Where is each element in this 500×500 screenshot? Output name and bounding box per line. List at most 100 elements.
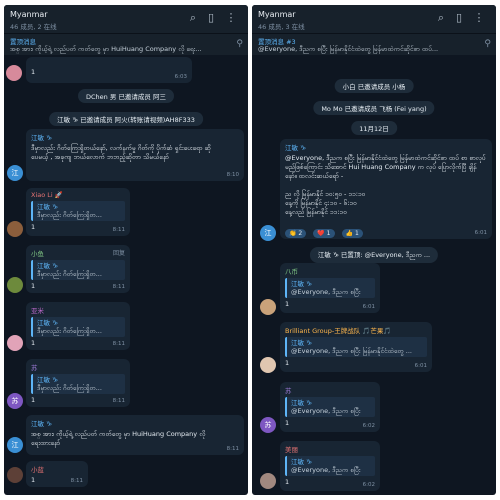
message-bubble[interactable]: 苏 江敏 ♑ ဒီမှာလည်း ဂိတ်ကြေးရှိတ... 1 8:11 (26, 359, 130, 407)
message-text: @Everyone, ဒီညက စပြီး မြန်မာနိုင်ငံထဲတွေ… (285, 154, 486, 180)
sender-name[interactable]: 江敏 ♑ (31, 132, 239, 142)
avatar[interactable]: 江 (7, 437, 23, 453)
message-time: 6:02 (362, 482, 375, 488)
avatar[interactable]: 江 (7, 165, 23, 181)
date-separator: 11月12日 (351, 121, 397, 135)
reply-quote[interactable]: 江敏 ♑ ဒီမှာလည်း ဂိတ်ကြေးရှိတ... (31, 317, 125, 337)
avatar[interactable] (7, 277, 23, 293)
sender-name[interactable]: 江敏 ♑ (31, 418, 239, 428)
message-bubble[interactable]: 亚米 江敏 ♑ ဒီမှာလည်း ဂိတ်ကြေးရှိတ... 1 8:11 (26, 302, 130, 350)
message-bubble[interactable]: 小鱼 回复 江敏 ♑ ဒီမှာလည်း ဂိတ်ကြေးရှိတ... 1 8… (26, 245, 130, 293)
message-bubble[interactable]: Brilliant Group-王牌战队 🎵芒果🎵 江敏 ♑ @Everyone… (280, 322, 432, 372)
pinned-text: အစ္ အား၊ ကိုယ့်ရဲ့ လည်ပတ် ကတ်တွေ မှာ Hui… (10, 45, 202, 53)
reply-quote[interactable]: 江敏 ♑ ဒီမှာလည်း ဂိတ်ကြေးရှိတ... (31, 260, 125, 280)
pin-icon[interactable]: ⚲ (484, 39, 491, 49)
message-text: ဒီမှာလည်း ဂိတ်ကြေးရှိတယ်နော်, လက်နက်မှု … (31, 144, 211, 161)
pinned-message-bar[interactable]: 置顶消息 #3 @Everyone, ဒီညက စပြီး မြန်မာနိုင… (252, 33, 496, 55)
reply-quote[interactable]: 江敏 ♑ @Everyone, ဒီညက စပြီး မြန်မာနိုင်ငံ… (285, 337, 427, 357)
chat-panel-left: Myanmar 46 成员, 2 在线 ⌕ ▯ ⋮ 置顶消息 အစ္ အား၊ … (4, 5, 248, 495)
avatar[interactable] (7, 221, 23, 237)
message-text-line: နေ့ကို မြန်မာနိုင် ၄:၁၀ - ၆:၁၀ (285, 199, 357, 207)
message-text: 1 (285, 478, 290, 486)
avatar[interactable] (260, 357, 276, 373)
message-text: အစ္ အား၊ ကိုယ့်ရဲ့ လည်ပတ် ကတ်တွေ မှာ Hui… (31, 430, 206, 447)
avatar[interactable]: 苏 (7, 393, 23, 409)
search-icon[interactable]: ⌕ (186, 11, 200, 25)
sender-name[interactable]: 亚米 (31, 305, 125, 315)
chat-title: Myanmar (258, 10, 296, 19)
message-bubble[interactable]: 1 6:03 (26, 57, 192, 83)
reply-quote[interactable]: 江敏 ♑ @Everyone, ဒီညက စပြီး (285, 456, 375, 476)
search-icon[interactable]: ⌕ (434, 11, 448, 25)
quote-author: 江敏 ♑ (291, 399, 312, 407)
quote-author: 江敏 ♑ (37, 203, 58, 211)
message-time: 8:11 (112, 398, 125, 404)
sender-name[interactable]: 江敏 ♑ (285, 142, 487, 152)
avatar[interactable] (7, 335, 23, 351)
reaction-chip[interactable]: ❤️ 1 (313, 229, 335, 238)
message-text: 1 (31, 339, 36, 347)
service-message: 江敏 ♑ 已邀请成员 阿火(转账请视频)AH8F333 (49, 112, 203, 126)
sender-name[interactable]: 苏 (285, 385, 375, 395)
message-bubble[interactable]: 江敏 ♑ @Everyone, ဒီညက စပြီး မြန်မာနိုင်ငံ… (280, 139, 492, 239)
message-text: 1 (31, 282, 36, 290)
message-text: 1 (31, 68, 36, 76)
quote-text: @Everyone, ဒီညက စပြီး (291, 407, 361, 415)
member-count: 46 成员, 2 在线 (10, 23, 57, 31)
message-bubble[interactable]: 小蓝 1 8:11 (26, 461, 88, 487)
quote-author: 江敏 ♑ (37, 319, 58, 327)
message-text: 1 (31, 396, 36, 404)
message-bubble[interactable]: 美丽 江敏 ♑ @Everyone, ဒီညက စပြီး 1 6:02 (280, 441, 380, 491)
reply-label: 回复 (112, 250, 125, 257)
pinned-message-bar[interactable]: 置顶消息 အစ္ အား၊ ကိုယ့်ရဲ့ လည်ပတ် ကတ်တွေ မှ… (4, 33, 248, 55)
avatar[interactable] (7, 467, 23, 483)
message-time: 6:02 (362, 423, 375, 429)
reaction-chip[interactable]: 👏 2 (285, 229, 307, 238)
reply-quote[interactable]: 江敏 ♑ @Everyone, ဒီညက စပြီး (285, 397, 375, 417)
message-bubble[interactable]: 苏 江敏 ♑ @Everyone, ဒီညက စပြီး 1 6:02 (280, 382, 380, 432)
more-menu-icon[interactable]: ⋮ (472, 11, 486, 25)
sender-name[interactable]: Brilliant Group-王牌战队 🎵芒果🎵 (285, 325, 427, 335)
message-text: 1 (285, 300, 290, 308)
pin-icon[interactable]: ⚲ (236, 39, 243, 49)
reply-quote[interactable]: 江敏 ♑ @Everyone, ဒီညက စပြီး (285, 278, 375, 298)
message-bubble[interactable]: 江敏 ♑ အစ္ အား၊ ကိုယ့်ရဲ့ လည်ပတ် ကတ်တွေ မှ… (26, 415, 244, 455)
service-message: 小白 已邀请成员 小杨 (334, 79, 414, 93)
chat-title: Myanmar (10, 10, 48, 19)
avatar[interactable] (260, 299, 276, 315)
reply-quote[interactable]: 江敏 ♑ ဒီမှာလည်း ဂိတ်ကြေးရှိတ... (31, 374, 125, 394)
side-panel-icon[interactable]: ▯ (452, 11, 466, 25)
avatar[interactable]: 江 (260, 225, 276, 241)
avatar[interactable] (6, 65, 22, 81)
pinned-text: @Everyone, ဒီညက စပြီး မြန်မာနိုင်ငံထဲတွေ… (258, 45, 439, 53)
sender-name[interactable]: Xiao Li 🚀 (31, 191, 125, 199)
message-text: 1 (31, 223, 36, 231)
sender-name[interactable]: 小蓝 (31, 464, 83, 474)
quote-text: ဒီမှာလည်း ဂိတ်ကြေးရှိတ... (37, 327, 102, 335)
sender-name[interactable]: 小鱼 (31, 248, 125, 258)
chat-header[interactable]: Myanmar 46 成员, 3 在线 ⌕ ▯ ⋮ (252, 5, 496, 33)
message-bubble[interactable]: Xiao Li 🚀 江敏 ♑ ဒီမှာလည်း ဂိတ်ကြေးရှိတ...… (26, 188, 130, 236)
reactions: 👏 2 ❤️ 1 👍 1 (285, 220, 487, 239)
quote-text: @Everyone, ဒီညက စပြီး (291, 288, 361, 296)
message-bubble[interactable]: 江敏 ♑ ဒီမှာလည်း ဂိတ်ကြေးရှိတယ်နော်, လက်နက… (26, 129, 244, 181)
message-time: 6:01 (414, 363, 427, 369)
quote-author: 江敏 ♑ (291, 458, 312, 466)
chat-header[interactable]: Myanmar 46 成员, 2 在线 ⌕ ▯ ⋮ (4, 5, 248, 33)
sender-name[interactable]: 苏 (31, 362, 125, 372)
avatar[interactable] (260, 473, 276, 489)
reaction-chip[interactable]: 👍 1 (341, 229, 363, 238)
message-time: 8:11 (70, 478, 83, 484)
quote-text: ဒီမှာလည်း ဂိတ်ကြေးရှိတ... (37, 270, 102, 278)
reply-quote[interactable]: 江敏 ♑ ဒီမှာလည်း ဂိတ်ကြေးရှိတ... (31, 201, 125, 221)
message-time: 8:11 (226, 446, 239, 452)
service-message: DChen 男 已邀请成员 阿三 (78, 89, 174, 103)
service-message: 江敏 ♑ 已置顶: @Everyone, ဒီညက ... (309, 247, 439, 263)
side-panel-icon[interactable]: ▯ (204, 11, 218, 25)
message-time: 6:03 (174, 74, 187, 80)
sender-name[interactable]: 八币 (285, 266, 375, 276)
avatar[interactable]: 苏 (260, 417, 276, 433)
more-menu-icon[interactable]: ⋮ (224, 11, 238, 25)
message-bubble[interactable]: 八币 江敏 ♑ @Everyone, ဒီညက စပြီး 1 6:01 (280, 263, 380, 313)
sender-name[interactable]: 美丽 (285, 444, 375, 454)
